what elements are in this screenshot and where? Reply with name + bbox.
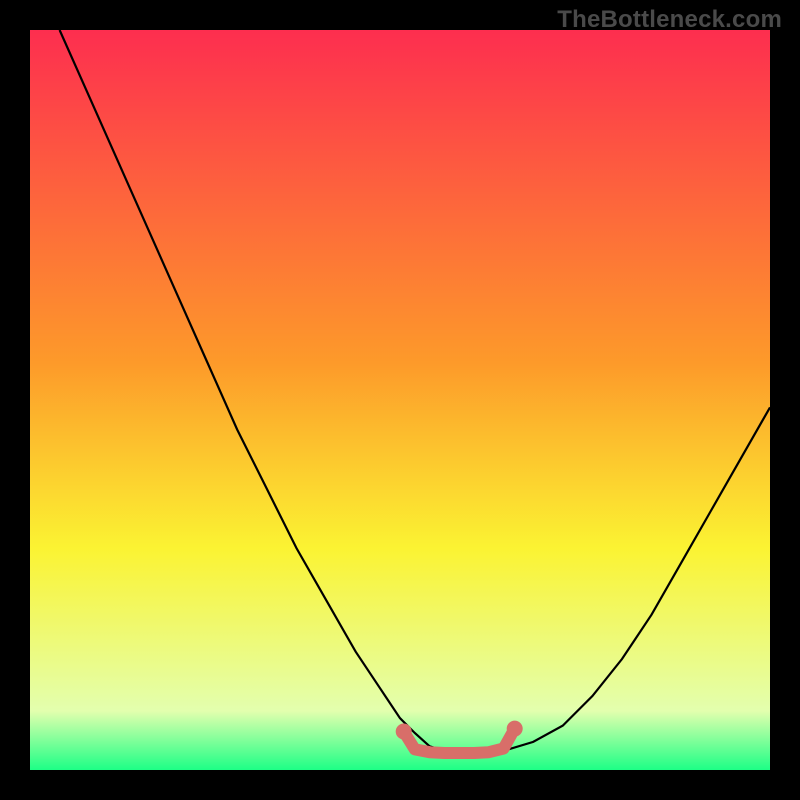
highlight-dot xyxy=(507,721,523,737)
highlight-dot xyxy=(396,724,412,740)
chart-svg xyxy=(30,30,770,770)
chart-frame: TheBottleneck.com xyxy=(0,0,800,800)
plot-area xyxy=(30,30,770,770)
gradient-bg xyxy=(30,30,770,770)
